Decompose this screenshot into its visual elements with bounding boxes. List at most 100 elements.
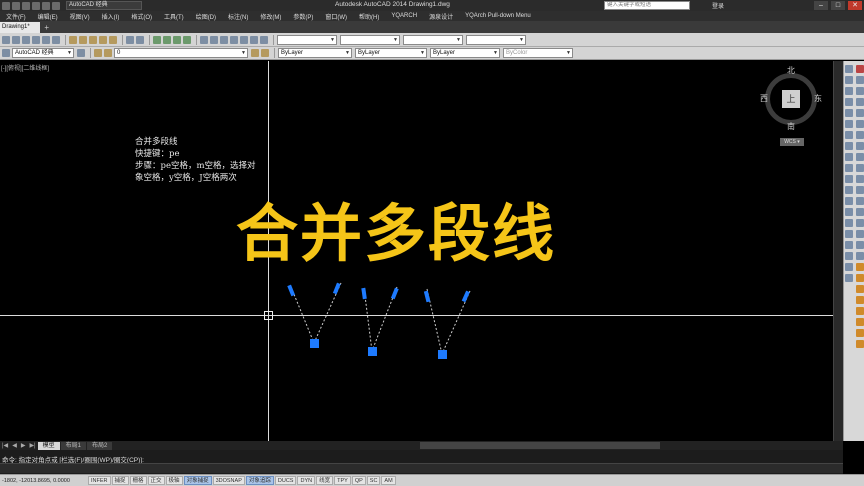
trim-tool-icon[interactable] — [856, 164, 864, 172]
copy-tool-icon[interactable] — [856, 76, 864, 84]
hatch-tool-icon[interactable] — [845, 219, 853, 227]
yqarch-tool-icon[interactable] — [856, 340, 864, 348]
pan-icon[interactable] — [153, 35, 161, 44]
menu-yuanquan[interactable]: 源泉设计 — [429, 12, 453, 21]
save-icon[interactable] — [32, 1, 40, 10]
layer-combo[interactable]: 0 ▼ — [114, 48, 248, 58]
copy-icon[interactable] — [79, 35, 87, 44]
line-tool-icon[interactable] — [845, 65, 853, 73]
status-infer[interactable]: INFER — [88, 476, 111, 485]
cut-icon[interactable] — [69, 35, 77, 44]
menu-dimension[interactable]: 标注(N) — [228, 12, 248, 21]
tab-model[interactable]: 模型 — [37, 441, 60, 450]
status-3dosnap[interactable]: 3DOSNAP — [212, 476, 245, 485]
status-dyn[interactable]: DYN — [297, 476, 316, 485]
tab-layout2[interactable]: 布局2 — [86, 441, 113, 450]
status-otrack[interactable]: 对象追踪 — [245, 476, 274, 485]
menu-parametric[interactable]: 参数(P) — [293, 12, 313, 21]
markup-icon[interactable] — [240, 35, 248, 44]
point-tool-icon[interactable] — [845, 208, 853, 216]
blend-curves-icon[interactable] — [856, 241, 864, 249]
yqarch-tool-icon[interactable] — [856, 318, 864, 326]
app-menu-icon[interactable] — [2, 1, 10, 10]
cursor-coordinates[interactable]: -1802, -12013.8695, 0.0000 — [0, 478, 88, 484]
zoom-window-icon[interactable] — [173, 35, 181, 44]
rotate-tool-icon[interactable] — [856, 131, 864, 139]
move-tool-icon[interactable] — [856, 120, 864, 128]
fillet-tool-icon[interactable] — [856, 230, 864, 238]
region-tool-icon[interactable] — [845, 241, 853, 249]
make-block-icon[interactable] — [845, 197, 853, 205]
print-icon[interactable] — [32, 35, 40, 44]
match-properties-icon[interactable] — [99, 35, 107, 44]
tab-nav-next-icon[interactable]: ▶ — [21, 442, 26, 449]
spline-tool-icon[interactable] — [845, 153, 853, 161]
extend-tool-icon[interactable] — [856, 175, 864, 183]
polygon-tool-icon[interactable] — [845, 98, 853, 106]
gradient-tool-icon[interactable] — [845, 230, 853, 238]
menu-yqarch-pulldown[interactable]: YQArch Pull-down Menu — [465, 13, 531, 19]
layer-states-icon[interactable] — [104, 49, 112, 57]
redo-icon[interactable] — [52, 1, 60, 10]
status-osnap[interactable]: 对象捕捉 — [183, 476, 212, 485]
status-polar[interactable]: 极轴 — [165, 476, 183, 485]
status-grid[interactable]: 栅格 — [129, 476, 147, 485]
compass-east[interactable]: 东 — [814, 93, 822, 104]
layer-properties-icon[interactable] — [94, 49, 102, 57]
insert-block-icon[interactable] — [845, 186, 853, 194]
print-preview-icon[interactable] — [42, 35, 50, 44]
gear-icon[interactable] — [77, 49, 85, 57]
undo-icon[interactable] — [42, 1, 50, 10]
mirror-tool-icon[interactable] — [856, 87, 864, 95]
join-tool-icon[interactable] — [856, 208, 864, 216]
minimize-button[interactable]: – — [814, 1, 828, 10]
tab-layout1[interactable]: 布局1 — [60, 441, 86, 450]
ellipse-arc-icon[interactable] — [845, 175, 853, 183]
linetype-combo[interactable]: ByLayer ▼ — [355, 48, 427, 58]
menu-edit[interactable]: 编辑(E) — [38, 12, 58, 21]
break-at-point-icon[interactable] — [856, 186, 864, 194]
status-sc[interactable]: SC — [366, 476, 381, 485]
erase-tool-icon[interactable] — [856, 65, 864, 73]
array-tool-icon[interactable] — [856, 109, 864, 117]
tab-nav-prev-icon[interactable]: ◀ — [12, 442, 17, 449]
stretch-tool-icon[interactable] — [856, 153, 864, 161]
login-button[interactable]: 登录 — [712, 1, 724, 10]
undo-icon[interactable] — [126, 35, 134, 44]
offset-tool-icon[interactable] — [856, 98, 864, 106]
menu-view[interactable]: 视图(V) — [70, 12, 90, 21]
plotstyle-combo[interactable]: ByColor ▼ — [503, 48, 573, 58]
horizontal-scrollbar[interactable] — [420, 442, 660, 449]
sheet-set-icon[interactable] — [230, 35, 238, 44]
chamfer-tool-icon[interactable] — [856, 219, 864, 227]
maximize-button[interactable]: □ — [831, 1, 845, 10]
menu-modify[interactable]: 修改(M) — [260, 12, 281, 21]
status-snap[interactable]: 捕捉 — [111, 476, 129, 485]
dim-style-select[interactable]: ▼ — [340, 34, 400, 45]
status-tpy[interactable]: TPY — [334, 476, 351, 485]
arc-tool-icon[interactable] — [845, 120, 853, 128]
status-qp[interactable]: QP — [351, 476, 366, 485]
new-drawing-icon[interactable] — [2, 35, 10, 44]
yqarch-tool-icon[interactable] — [856, 329, 864, 337]
tab-nav-last-icon[interactable]: ▶| — [29, 442, 35, 449]
status-am[interactable]: AM — [381, 476, 396, 485]
viewcube-top-face[interactable]: 上 — [782, 90, 800, 108]
layer-previous-icon[interactable] — [261, 49, 269, 57]
design-center-icon[interactable] — [210, 35, 218, 44]
menu-draw[interactable]: 绘图(D) — [196, 12, 216, 21]
menu-tools[interactable]: 工具(T) — [164, 12, 184, 21]
compass-west[interactable]: 西 — [760, 93, 768, 104]
publish-icon[interactable] — [52, 35, 60, 44]
menu-insert[interactable]: 插入(I) — [102, 12, 120, 21]
make-current-layer-icon[interactable] — [251, 49, 259, 57]
command-input[interactable] — [0, 463, 843, 473]
tool-palettes-icon[interactable] — [220, 35, 228, 44]
revision-cloud-icon[interactable] — [845, 142, 853, 150]
color-combo[interactable]: ByLayer ▼ — [278, 48, 352, 58]
close-button[interactable]: ✕ — [848, 1, 862, 10]
open-icon[interactable] — [22, 1, 30, 10]
text-style-select[interactable]: ▼ — [277, 34, 337, 45]
save-drawing-icon[interactable] — [22, 35, 30, 44]
yqarch-tool-icon[interactable] — [856, 296, 864, 304]
